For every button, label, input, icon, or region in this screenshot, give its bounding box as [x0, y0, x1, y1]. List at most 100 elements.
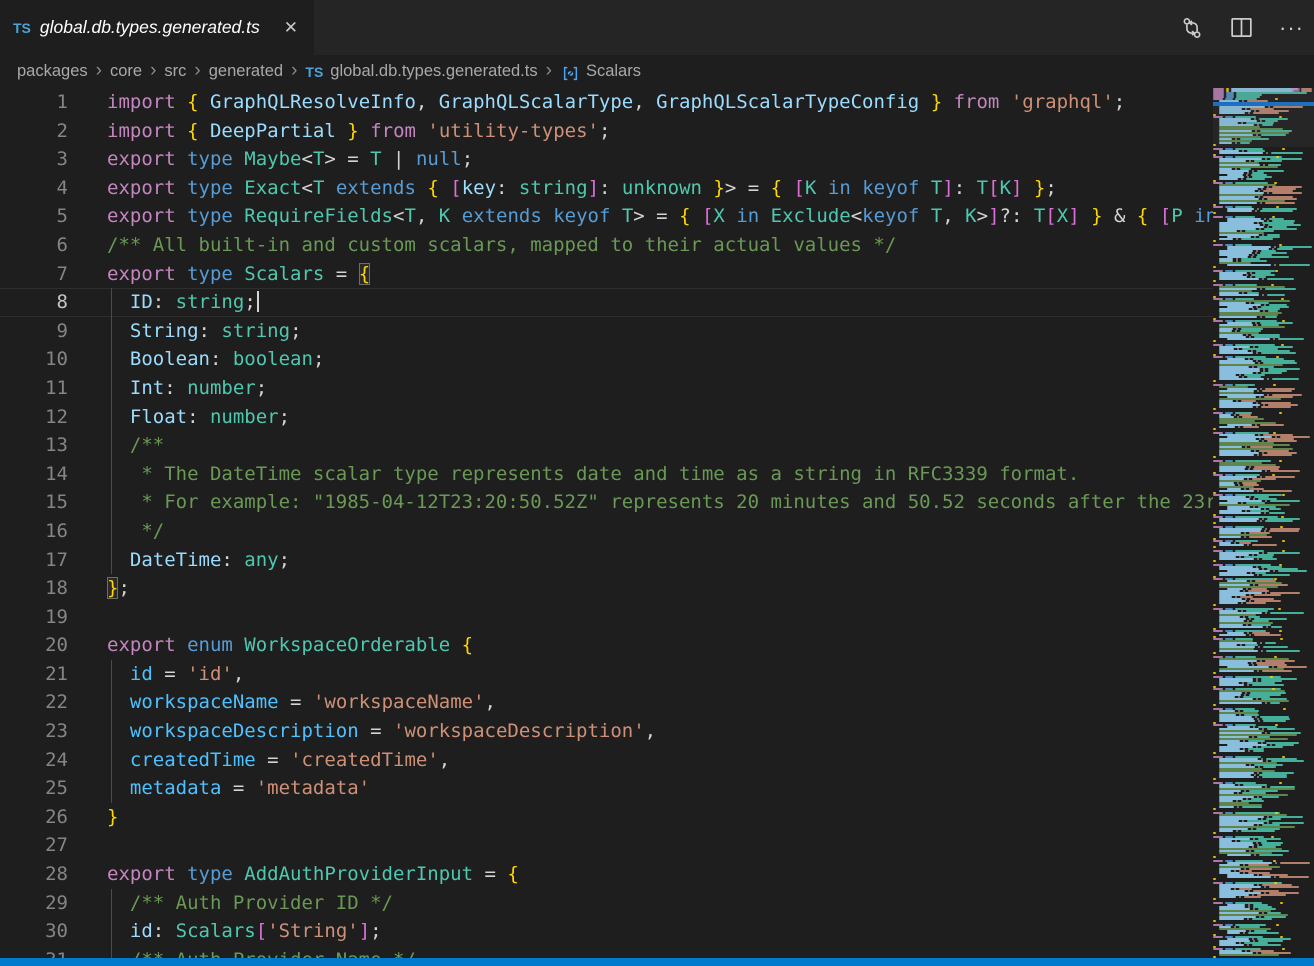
- code-line-11[interactable]: 11 Int: number;: [0, 374, 1213, 403]
- code-line-8[interactable]: 8 ID: string;: [0, 288, 1213, 317]
- code-line-24[interactable]: 24 createdTime = 'createdTime',: [0, 746, 1213, 775]
- line-number[interactable]: 3: [0, 145, 68, 174]
- line-number[interactable]: 25: [0, 774, 68, 803]
- code-line-5[interactable]: 5export type RequireFields<T, K extends …: [0, 202, 1213, 231]
- code-line-28[interactable]: 28export type AddAuthProviderInput = {: [0, 860, 1213, 889]
- code-line-13[interactable]: 13 /**: [0, 431, 1213, 460]
- line-number[interactable]: 17: [0, 546, 68, 575]
- line-number[interactable]: 2: [0, 117, 68, 146]
- line-number[interactable]: 8: [0, 288, 68, 317]
- code-line-7[interactable]: 7 export type Scalars = {: [0, 260, 1213, 289]
- code-text: id: Scalars['String'];: [107, 917, 382, 946]
- breadcrumb-item-packages[interactable]: packages: [17, 62, 88, 81]
- breadcrumb-item-src[interactable]: src: [164, 62, 186, 81]
- code-line-19[interactable]: 19: [0, 603, 1213, 632]
- code-line-4[interactable]: 4export type Exact<T extends { [key: str…: [0, 174, 1213, 203]
- breadcrumb-item-core[interactable]: core: [110, 62, 142, 81]
- more-actions-icon[interactable]: ···: [1279, 23, 1304, 33]
- code-line-2[interactable]: 2import { DeepPartial } from 'utility-ty…: [0, 117, 1213, 146]
- code-line-6[interactable]: 6/** All built-in and custom scalars, ma…: [0, 231, 1213, 260]
- breadcrumb-item-symbol[interactable]: Scalars: [586, 62, 641, 81]
- line-number[interactable]: 9: [0, 317, 68, 346]
- line-number[interactable]: 15: [0, 488, 68, 517]
- line-number[interactable]: 26: [0, 803, 68, 832]
- code-line-23[interactable]: 23 workspaceDescription = 'workspaceDesc…: [0, 717, 1213, 746]
- line-number[interactable]: 24: [0, 746, 68, 775]
- code-text: export type Scalars = {: [107, 260, 370, 289]
- code-line-26[interactable]: 26}: [0, 803, 1213, 832]
- breadcrumb-item-file[interactable]: global.db.types.generated.ts: [330, 62, 537, 81]
- code-line-22[interactable]: 22 workspaceName = 'workspaceName',: [0, 688, 1213, 717]
- tab-label: global.db.types.generated.ts: [40, 17, 271, 38]
- editor[interactable]: 1 import { GraphQLResolveInfo, GraphQLSca…: [0, 88, 1314, 958]
- code-text: ID: string;: [107, 288, 259, 317]
- code-line-16[interactable]: 16 */: [0, 517, 1213, 546]
- code-line-9[interactable]: 9 String: string;: [0, 317, 1213, 346]
- code-line-10[interactable]: 10 Boolean: boolean;: [0, 345, 1213, 374]
- code-line-18[interactable]: 18};: [0, 574, 1213, 603]
- code-text: Int: number;: [107, 374, 267, 403]
- line-number[interactable]: 22: [0, 688, 68, 717]
- minimap-slider[interactable]: [1213, 88, 1314, 147]
- minimap-current-line: [1213, 102, 1314, 106]
- code-text: import { GraphQLResolveInfo, GraphQLScal…: [107, 88, 1125, 117]
- line-number[interactable]: 10: [0, 345, 68, 374]
- code-text: Float: number;: [107, 403, 290, 432]
- line-number[interactable]: 6: [0, 231, 68, 260]
- line-number[interactable]: 5: [0, 202, 68, 231]
- code-line-17[interactable]: 17 DateTime: any;: [0, 546, 1213, 575]
- line-number[interactable]: 31: [0, 946, 68, 958]
- code-line-27[interactable]: 27: [0, 831, 1213, 860]
- breadcrumb-item-generated[interactable]: generated: [209, 62, 283, 81]
- line-number[interactable]: 30: [0, 917, 68, 946]
- code-line-14[interactable]: 14 * The DateTime scalar type represents…: [0, 460, 1213, 489]
- code-line-29[interactable]: 29 /** Auth Provider ID */: [0, 889, 1213, 918]
- line-number[interactable]: 13: [0, 431, 68, 460]
- code-line-21[interactable]: 21 id = 'id',: [0, 660, 1213, 689]
- code-text: String: string;: [107, 317, 302, 346]
- code-line-30[interactable]: 30 id: Scalars['String'];: [0, 917, 1213, 946]
- line-number[interactable]: 23: [0, 717, 68, 746]
- code-line-31[interactable]: 31 /** Auth Provider Name */: [0, 946, 1213, 958]
- symbol-type-icon: [562, 65, 579, 82]
- line-number[interactable]: 12: [0, 403, 68, 432]
- line-number[interactable]: 28: [0, 860, 68, 889]
- code-line-12[interactable]: 12 Float: number;: [0, 403, 1213, 432]
- open-changes-icon[interactable]: [1180, 16, 1204, 40]
- close-icon[interactable]: ✕: [280, 16, 302, 40]
- code-text: createdTime = 'createdTime',: [107, 746, 450, 775]
- line-number[interactable]: 7: [0, 260, 68, 289]
- code-text: id = 'id',: [107, 660, 244, 689]
- vscode-window: TS global.db.types.generated.ts ✕: [0, 0, 1314, 966]
- typescript-file-icon: TS: [305, 64, 323, 80]
- line-number[interactable]: 18: [0, 574, 68, 603]
- line-number[interactable]: 1: [0, 88, 68, 117]
- minimap[interactable]: [1213, 88, 1314, 958]
- line-number[interactable]: 29: [0, 889, 68, 918]
- code-text: };: [107, 574, 130, 603]
- line-number[interactable]: 4: [0, 174, 68, 203]
- code-area[interactable]: 1 import { GraphQLResolveInfo, GraphQLSca…: [0, 88, 1213, 958]
- line-number[interactable]: 19: [0, 603, 68, 632]
- code-line-20[interactable]: 20 export enum WorkspaceOrderable {: [0, 631, 1213, 660]
- typescript-file-icon: TS: [13, 20, 31, 36]
- line-number[interactable]: 21: [0, 660, 68, 689]
- tab-bar: TS global.db.types.generated.ts ✕: [0, 0, 1314, 55]
- line-number[interactable]: 11: [0, 374, 68, 403]
- code-line-25[interactable]: 25 metadata = 'metadata': [0, 774, 1213, 803]
- code-text: workspaceDescription = 'workspaceDescrip…: [107, 717, 656, 746]
- split-editor-icon[interactable]: [1230, 16, 1253, 39]
- line-number[interactable]: 14: [0, 460, 68, 489]
- tab-global-db-types-generated[interactable]: TS global.db.types.generated.ts ✕: [0, 0, 314, 55]
- code-text: Boolean: boolean;: [107, 345, 324, 374]
- code-line-15[interactable]: 15 * For example: "1985-04-12T23:20:50.5…: [0, 488, 1213, 517]
- chevron-right-icon: ›: [283, 60, 305, 82]
- code-text: export enum WorkspaceOrderable {: [107, 631, 473, 660]
- code-line-1[interactable]: 1 import { GraphQLResolveInfo, GraphQLSca…: [0, 88, 1213, 117]
- editor-actions: ···: [1180, 0, 1304, 55]
- status-bar[interactable]: [0, 958, 1314, 966]
- line-number[interactable]: 16: [0, 517, 68, 546]
- code-line-3[interactable]: 3export type Maybe<T> = T | null;: [0, 145, 1213, 174]
- line-number[interactable]: 20: [0, 631, 68, 660]
- line-number[interactable]: 27: [0, 831, 68, 860]
